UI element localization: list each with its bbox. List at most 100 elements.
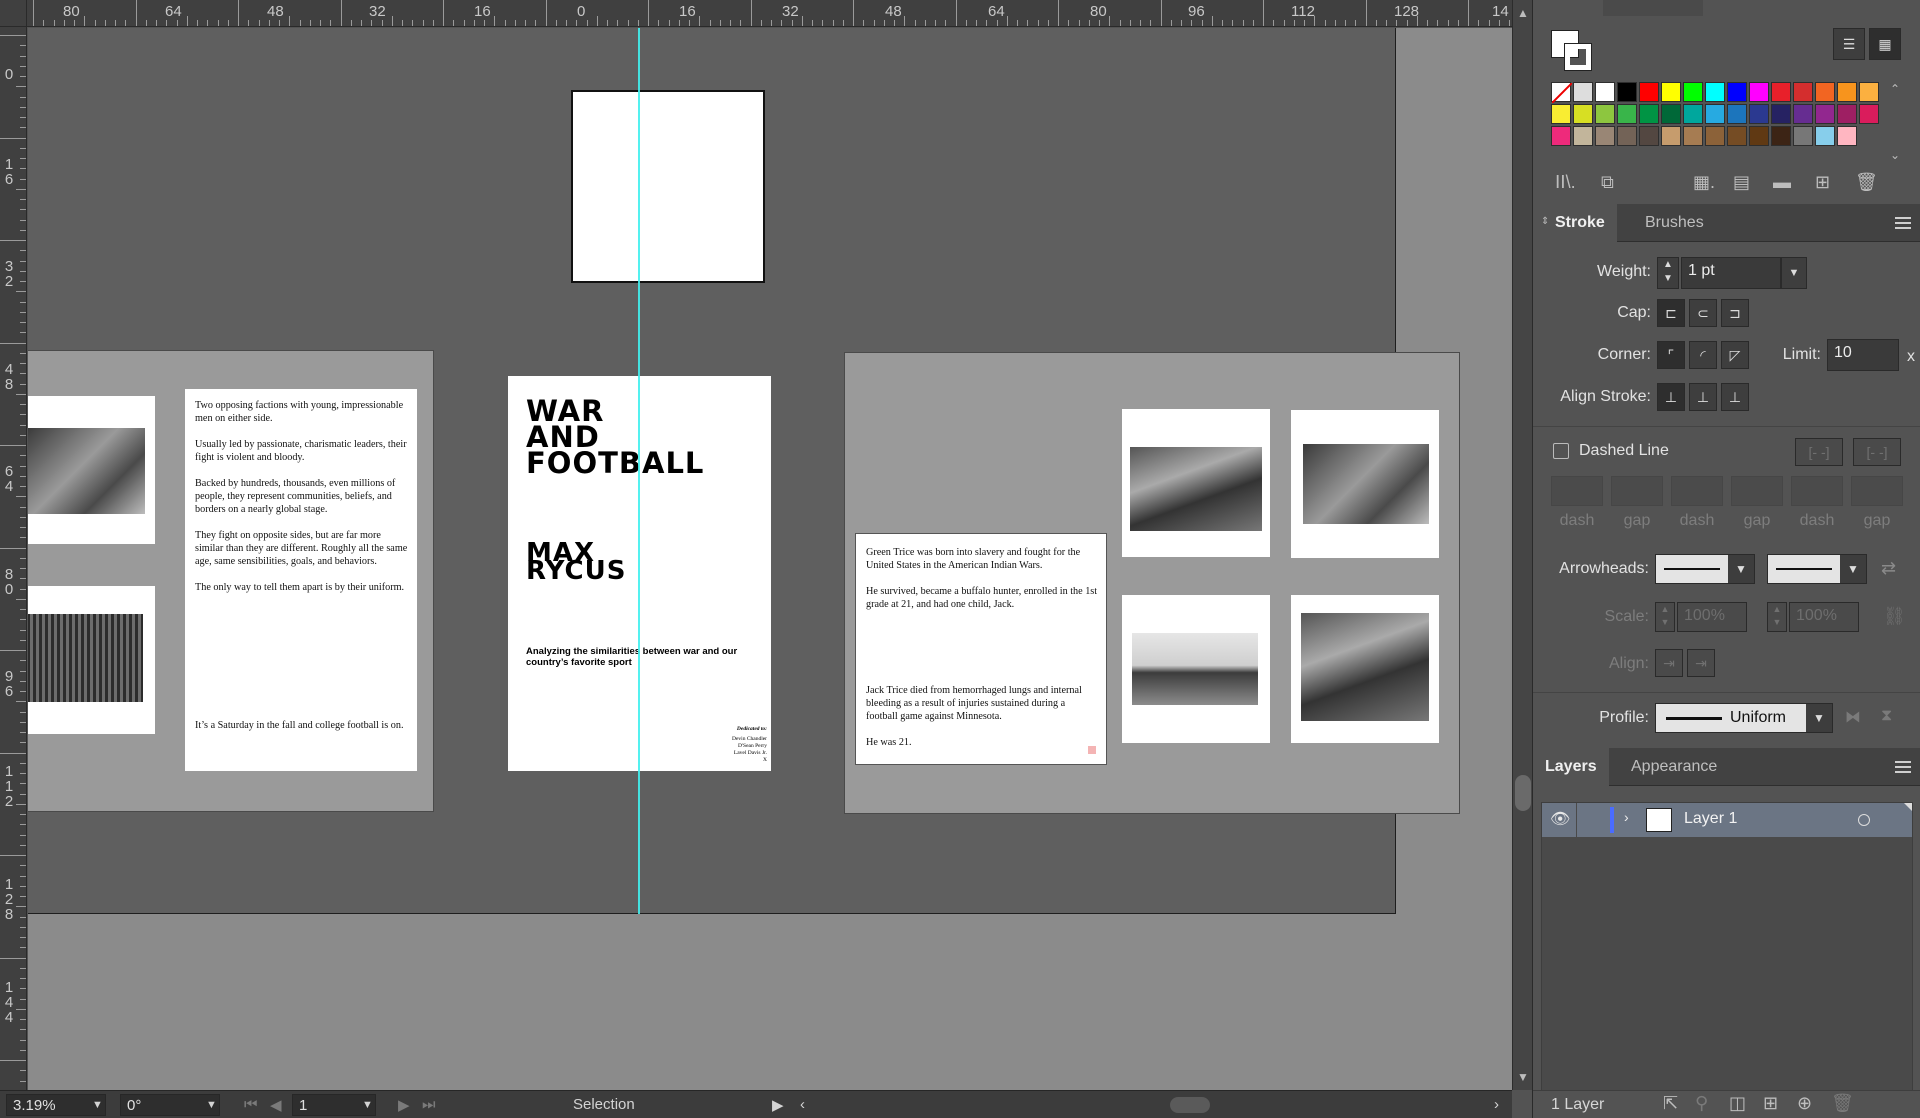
text-page-right[interactable]: Green Trice was born into slavery and fo… xyxy=(855,533,1107,765)
align-dash-icon[interactable]: [- -] xyxy=(1853,438,1901,466)
scale-stepper[interactable]: ▲ ▼ xyxy=(1767,602,1787,632)
bevel-join-icon[interactable]: ◸ xyxy=(1721,341,1749,369)
weight-field[interactable]: 1 pt xyxy=(1681,257,1781,289)
right-spread[interactable]: Green Trice was born into slavery and fo… xyxy=(844,352,1460,814)
mortar-football-photo[interactable] xyxy=(1130,447,1262,531)
photo-page-top[interactable] xyxy=(28,396,155,544)
footer-text[interactable]: It’s a Saturday in the fall and college … xyxy=(195,719,409,732)
scroll-right-icon[interactable]: › xyxy=(1494,1096,1499,1113)
preserve-dash-icon[interactable]: [- -] xyxy=(1795,438,1843,466)
color-swatch[interactable] xyxy=(1661,104,1681,124)
end-arrowhead-select[interactable]: ▼ xyxy=(1767,554,1867,584)
collapse-icon[interactable]: ⇕ xyxy=(1541,216,1549,227)
arrow-tip-at-end-icon[interactable]: ⇥ xyxy=(1687,649,1715,677)
text-page[interactable]: Two opposing factions with young, impres… xyxy=(185,389,417,771)
last-artboard-icon[interactable]: ⏭ xyxy=(422,1096,436,1113)
profile-select[interactable]: Uniform ▼ xyxy=(1655,703,1833,733)
swatch-libraries-icon[interactable]: ⅠⅠ\. xyxy=(1555,172,1576,193)
scroll-up-icon[interactable]: ⌃ xyxy=(1890,82,1900,96)
previous-artboard-icon[interactable]: ◀ xyxy=(270,1096,282,1114)
photo-page-bottom[interactable] xyxy=(28,586,155,734)
new-sublayer-icon[interactable]: ⊞ xyxy=(1763,1093,1778,1114)
color-swatch[interactable] xyxy=(1793,126,1813,146)
arrow-tip-beyond-icon[interactable]: ⇥ xyxy=(1655,649,1683,677)
vertical-ruler[interactable]: 0 1 6 3 2 4 8 6 4 8 0 9 6 1 1 2 1 2 8 1 … xyxy=(0,27,27,1090)
left-spread[interactable]: Two opposing factions with young, impres… xyxy=(28,350,434,812)
end-scale-field[interactable]: 100% xyxy=(1789,602,1859,632)
scroll-down-icon[interactable]: ▼ xyxy=(1517,1070,1529,1084)
delete-swatch-icon[interactable]: 🗑 xyxy=(1855,172,1878,193)
dash-field[interactable] xyxy=(1551,476,1603,506)
color-swatch[interactable] xyxy=(1837,126,1857,146)
scroll-down-icon[interactable]: ⌄ xyxy=(1890,148,1900,162)
list-view-icon[interactable]: ☰ xyxy=(1833,28,1865,60)
flip-along-icon[interactable]: ⧓ xyxy=(1845,707,1861,727)
projecting-cap-icon[interactable]: ⊐ xyxy=(1721,299,1749,327)
color-swatch[interactable] xyxy=(1683,82,1703,102)
align-center-icon[interactable]: ⊥ xyxy=(1657,383,1685,411)
locate-object-icon[interactable]: ⚲ xyxy=(1695,1093,1708,1114)
weight-stepper[interactable]: ▲ ▼ xyxy=(1657,257,1679,289)
dash-field[interactable] xyxy=(1671,476,1723,506)
link-scale-icon[interactable]: ⛓ xyxy=(1883,606,1906,627)
swatch-options-icon[interactable]: ▤ xyxy=(1733,172,1750,193)
color-swatch[interactable] xyxy=(1727,104,1747,124)
swatch-grid[interactable] xyxy=(1551,82,1911,172)
start-arrowhead-select[interactable]: ▼ xyxy=(1655,554,1755,584)
document-canvas[interactable]: Two opposing factions with young, impres… xyxy=(28,28,1512,1090)
stroke-swatch[interactable] xyxy=(1564,43,1592,71)
swap-arrowheads-icon[interactable]: ⇄ xyxy=(1881,558,1896,579)
scroll-left-icon[interactable]: ‹ xyxy=(800,1096,805,1113)
visibility-eye-icon[interactable]: 👁 xyxy=(1550,809,1570,829)
flip-across-icon[interactable]: ⧗ xyxy=(1881,707,1892,725)
flyover-photo[interactable] xyxy=(1132,633,1258,705)
color-swatch[interactable] xyxy=(1771,126,1791,146)
first-artboard-icon[interactable]: ⏮ xyxy=(244,1096,258,1113)
new-color-group-icon[interactable]: ▬ xyxy=(1773,172,1791,193)
color-swatch[interactable] xyxy=(1639,104,1659,124)
color-swatch[interactable] xyxy=(1551,104,1571,124)
round-join-icon[interactable]: ◜ xyxy=(1689,341,1717,369)
color-swatch[interactable] xyxy=(1683,104,1703,124)
panel-menu-icon[interactable] xyxy=(1895,217,1911,229)
next-artboard-icon[interactable]: ▶ xyxy=(398,1096,410,1114)
status-menu-icon[interactable]: ▶ xyxy=(772,1096,784,1114)
color-swatch[interactable] xyxy=(1573,104,1593,124)
registration-swatch[interactable] xyxy=(1573,82,1593,102)
color-swatch[interactable] xyxy=(1815,82,1835,102)
horizontal-ruler[interactable]: 80 64 48 32 16 0 16 32 48 64 80 96 112 1… xyxy=(27,0,1512,27)
show-swatch-kinds-icon[interactable]: ▦. xyxy=(1693,172,1715,193)
color-swatch[interactable] xyxy=(1771,82,1791,102)
chevron-right-icon[interactable]: › xyxy=(1624,809,1629,825)
chevron-down-icon[interactable]: ▼ xyxy=(92,1099,103,1111)
color-swatch[interactable] xyxy=(1617,126,1637,146)
crowd-photo[interactable] xyxy=(28,614,143,702)
color-swatch[interactable] xyxy=(1727,82,1747,102)
color-swatch[interactable] xyxy=(1705,126,1725,146)
color-swatch[interactable] xyxy=(1617,104,1637,124)
cover-title[interactable]: WAR AND FOOTBALL xyxy=(526,397,704,478)
color-swatch[interactable] xyxy=(1749,104,1769,124)
color-swatch[interactable] xyxy=(1617,82,1637,102)
color-swatch[interactable] xyxy=(1771,104,1791,124)
color-swatch[interactable] xyxy=(1749,82,1769,102)
chevron-down-icon[interactable]: ▼ xyxy=(1781,257,1807,289)
target-icon[interactable] xyxy=(1858,814,1870,826)
color-swatch[interactable] xyxy=(1595,104,1615,124)
new-swatch-icon[interactable]: ⊞ xyxy=(1815,172,1830,193)
text-frame[interactable]: Two opposing factions with young, impres… xyxy=(195,399,409,607)
color-swatch[interactable] xyxy=(1749,126,1769,146)
color-swatch[interactable] xyxy=(1595,126,1615,146)
dash-field[interactable] xyxy=(1791,476,1843,506)
throw-photo[interactable] xyxy=(1301,613,1429,721)
color-swatch[interactable] xyxy=(1793,104,1813,124)
color-swatch[interactable] xyxy=(1859,82,1879,102)
photo-page[interactable] xyxy=(1122,595,1270,743)
tab-brushes[interactable]: Brushes xyxy=(1633,204,1716,242)
tab-layers[interactable]: Layers xyxy=(1533,748,1609,786)
color-swatch[interactable] xyxy=(1595,82,1615,102)
zoom-field[interactable]: 3.19% xyxy=(6,1094,106,1116)
butt-cap-icon[interactable]: ⊏ xyxy=(1657,299,1685,327)
color-swatch[interactable] xyxy=(1705,82,1725,102)
photo-page[interactable] xyxy=(1122,409,1270,557)
